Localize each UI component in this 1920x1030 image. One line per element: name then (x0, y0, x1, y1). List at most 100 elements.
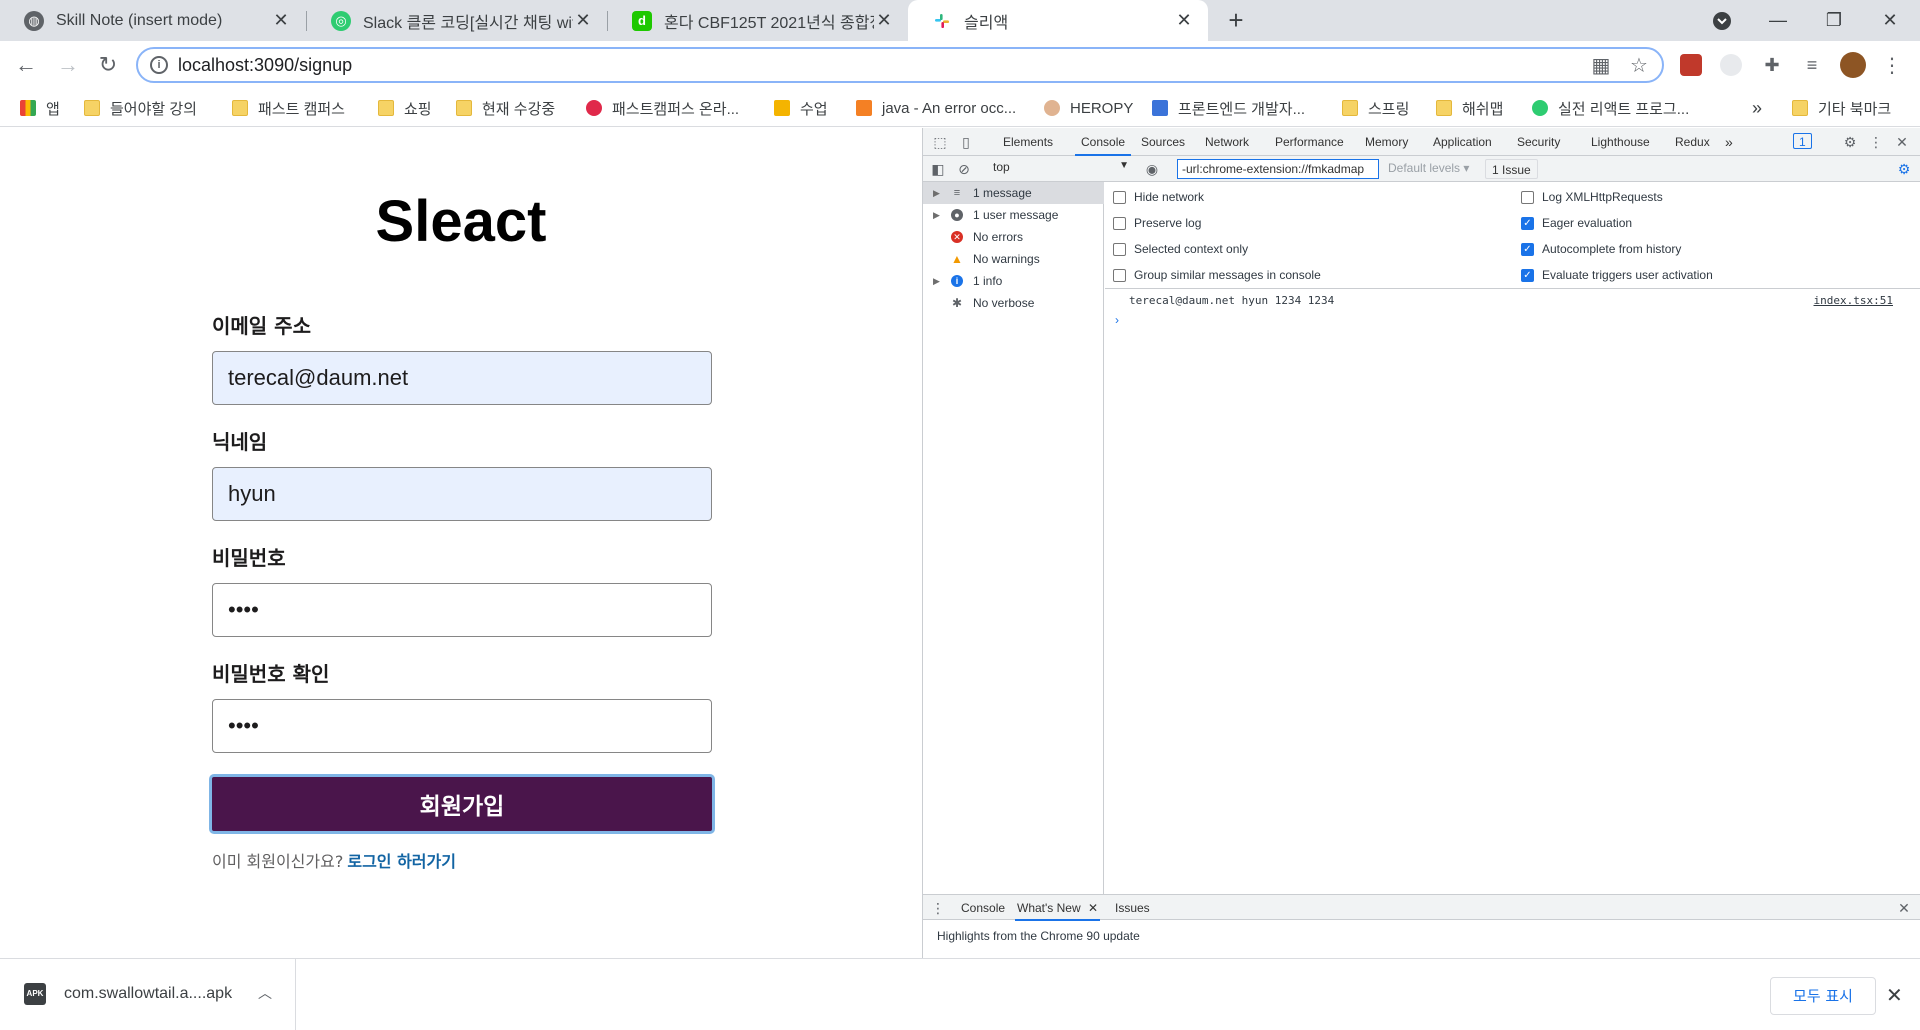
sidebar-item-verbose[interactable]: ✱ No verbose (923, 292, 1104, 314)
bookmark-other[interactable]: 기타 북마크 (1792, 98, 1891, 118)
bookmarks-more-icon[interactable]: » (1752, 98, 1762, 118)
context-select[interactable]: top ▼ (993, 160, 1129, 178)
sidebar-item-messages[interactable]: ▶ ≡ 1 message (923, 182, 1104, 204)
download-item[interactable]: APK com.swallowtail.a....apk ︿ (0, 959, 296, 1030)
url-text[interactable]: localhost:3090/signup (178, 55, 352, 76)
extension-red-icon[interactable] (1680, 54, 1702, 76)
checkbox-checked[interactable]: ✓ (1521, 268, 1534, 282)
expand-arrow-icon[interactable]: ▶ (933, 204, 940, 226)
messages-badge[interactable]: 1 (1793, 133, 1812, 149)
bookmark-stackoverflow[interactable]: java - An error occ... (856, 98, 1016, 118)
sidebar-item-user-messages[interactable]: ▶ ● 1 user message (923, 204, 1104, 226)
show-all-button[interactable]: 모두 표시 (1770, 977, 1876, 1015)
menu-dots-icon[interactable]: ⋮ (1867, 133, 1885, 151)
checkbox[interactable] (1113, 268, 1126, 282)
bookmark-frontend[interactable]: 프론트엔드 개발자... (1152, 98, 1305, 118)
tab-sleact[interactable]: 슬리액 ✕ (908, 0, 1208, 41)
minimize-icon[interactable]: — (1750, 0, 1806, 41)
filter-input[interactable]: -url:chrome-extension://fmkadmap (1177, 159, 1379, 179)
close-drawer-icon[interactable]: ✕ (1895, 899, 1913, 917)
star-icon[interactable]: ☆ (1628, 55, 1650, 77)
puzzle-icon[interactable]: ✚ (1758, 51, 1786, 79)
close-icon[interactable]: ✕ (1174, 10, 1194, 31)
tab-skill-note[interactable]: ◍ Skill Note (insert mode) ✕ (0, 0, 305, 41)
tab-sources[interactable]: Sources (1141, 128, 1185, 156)
tab-application[interactable]: Application (1433, 128, 1492, 156)
setting-autocomplete-history[interactable]: ✓ Autocomplete from history (1521, 242, 1681, 256)
close-icon[interactable]: ✕ (874, 10, 894, 31)
bookmark-folder[interactable]: 쇼핑 (378, 98, 432, 118)
checkbox[interactable] (1113, 190, 1126, 204)
checkbox-checked[interactable]: ✓ (1521, 242, 1534, 256)
expand-arrow-icon[interactable]: ▶ (933, 270, 940, 292)
extension-clock-icon[interactable] (1720, 54, 1742, 76)
tab-console[interactable]: Console (1075, 128, 1132, 156)
bookmark-classroom[interactable]: 수업 (774, 98, 828, 118)
close-icon[interactable]: ✕ (271, 10, 291, 31)
drawer-tab-issues[interactable]: Issues (1115, 895, 1150, 921)
bookmark-folder[interactable]: 해쉬맵 (1436, 98, 1503, 118)
tab-honda[interactable]: d 혼다 CBF125T 2021년식 종합정보 ✕ (608, 0, 908, 41)
close-icon[interactable]: ✕ (1886, 983, 1903, 1008)
eye-icon[interactable]: ◉ (1143, 160, 1161, 178)
clear-console-icon[interactable]: ⊘ (955, 160, 973, 178)
setting-selected-context[interactable]: Selected context only (1113, 242, 1248, 256)
email-field[interactable]: terecal@daum.net (212, 351, 712, 405)
checkbox[interactable] (1113, 216, 1126, 230)
sidebar-item-info[interactable]: ▶ i 1 info (923, 270, 1104, 292)
avatar[interactable] (1840, 52, 1866, 78)
console-settings-icon[interactable]: ⚙ (1895, 160, 1913, 178)
download-filename[interactable]: com.swallowtail.a....apk (64, 985, 232, 1003)
back-arrow-icon[interactable]: ← (12, 51, 40, 79)
tab-elements[interactable]: Elements (1003, 128, 1053, 156)
media-queue-icon[interactable]: ≡ (1798, 51, 1826, 79)
gear-icon[interactable]: ⚙ (1841, 133, 1859, 151)
close-icon[interactable]: ✕ (1088, 901, 1098, 915)
bookmark-fastcampus[interactable]: 패스트캠퍼스 온라... (586, 98, 739, 118)
info-icon[interactable]: i (150, 56, 168, 74)
sidebar-toggle-icon[interactable]: ◧ (929, 160, 947, 178)
tab-slack-clone[interactable]: ◎ Slack 클론 코딩[실시간 채팅 with ✕ (307, 0, 607, 41)
console-prompt[interactable]: › (1115, 313, 1119, 327)
tab-lighthouse[interactable]: Lighthouse (1591, 128, 1650, 156)
new-tab-button[interactable]: + (1222, 6, 1250, 34)
tab-search-icon[interactable] (1694, 0, 1750, 41)
checkbox-checked[interactable]: ✓ (1521, 216, 1534, 230)
chevron-up-icon[interactable]: ︿ (258, 983, 272, 1003)
address-bar[interactable]: i localhost:3090/signup ▦ ☆ (136, 47, 1664, 83)
setting-hide-network[interactable]: Hide network (1113, 190, 1204, 204)
sidebar-item-errors[interactable]: ✕ No errors (923, 226, 1104, 248)
bookmark-folder[interactable]: 현재 수강중 (456, 98, 555, 118)
inspect-icon[interactable]: ⬚ (931, 133, 949, 151)
bookmark-apps[interactable]: 앱 (20, 98, 60, 118)
password-field[interactable]: •••• (212, 583, 712, 637)
close-icon[interactable]: ✕ (573, 10, 593, 31)
console-log-source-link[interactable]: index.tsx:51 (1814, 294, 1893, 307)
bookmark-folder[interactable]: 들어야할 강의 (84, 98, 197, 118)
device-toolbar-icon[interactable]: ▯ (957, 133, 975, 151)
drawer-menu-dots-icon[interactable]: ⋮ (929, 899, 947, 917)
tab-performance[interactable]: Performance (1275, 128, 1344, 156)
more-tabs-icon[interactable]: » (1725, 128, 1733, 156)
setting-eager-evaluation[interactable]: ✓ Eager evaluation (1521, 216, 1632, 230)
signup-button[interactable]: 회원가입 (209, 774, 715, 834)
nickname-field[interactable]: hyun (212, 467, 712, 521)
issues-button[interactable]: 1 Issue (1485, 159, 1538, 179)
menu-dots-icon[interactable]: ⋮ (1878, 51, 1906, 79)
close-window-icon[interactable]: ✕ (1862, 0, 1918, 41)
setting-log-xhr[interactable]: Log XMLHttpRequests (1521, 190, 1663, 204)
tab-security[interactable]: Security (1517, 128, 1560, 156)
setting-group-similar[interactable]: Group similar messages in console (1113, 268, 1321, 282)
bookmark-heropy[interactable]: HEROPY (1044, 98, 1133, 118)
checkbox[interactable] (1113, 242, 1126, 256)
bookmark-folder[interactable]: 패스트 캠퍼스 (232, 98, 345, 118)
forward-arrow-icon[interactable]: → (54, 51, 82, 79)
drawer-tab-whats-new[interactable]: What's New ✕ (1015, 895, 1101, 921)
bookmark-inflearn[interactable]: 실전 리액트 프로그... (1532, 98, 1689, 118)
bookmark-folder[interactable]: 스프링 (1342, 98, 1409, 118)
restore-icon[interactable]: ❐ (1806, 0, 1862, 41)
close-icon[interactable]: ✕ (1893, 133, 1911, 151)
login-link[interactable]: 로그인 하러가기 (347, 852, 456, 871)
reload-icon[interactable]: ↻ (94, 51, 122, 79)
setting-preserve-log[interactable]: Preserve log (1113, 216, 1201, 230)
